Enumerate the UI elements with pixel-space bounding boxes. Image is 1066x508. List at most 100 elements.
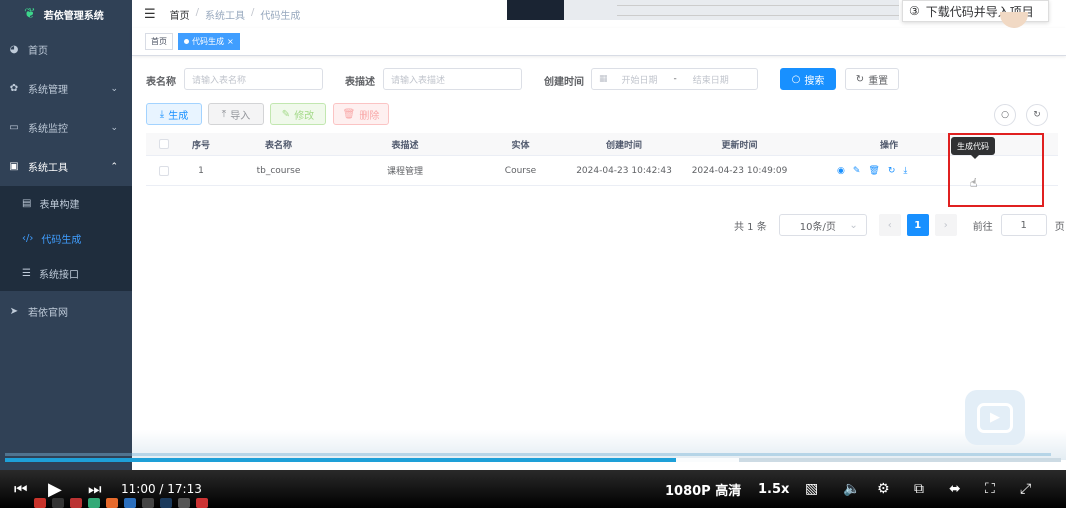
- code-icon: ‹/›: [22, 233, 34, 244]
- delete-button[interactable]: 🗑 删除: [333, 103, 389, 125]
- generate-button[interactable]: ⤓ 生成: [146, 103, 202, 125]
- select-all-checkbox[interactable]: [159, 139, 169, 149]
- close-icon[interactable]: ×: [227, 37, 234, 46]
- settings-gear-icon[interactable]: ⚙: [877, 481, 890, 497]
- sidebar-item-system[interactable]: ✿ 系统管理 ⌄: [0, 69, 132, 108]
- sidebar-item-label: 系统工具: [28, 163, 68, 174]
- col-header-create-time: 创建时间: [605, 140, 642, 151]
- preview-eye-icon[interactable]: ◉: [837, 166, 845, 176]
- next-icon[interactable]: ⏭: [88, 480, 102, 498]
- sidebar-item-form-build[interactable]: ▤ 表单构建: [0, 186, 132, 221]
- create-time-label: 创建时间: [544, 77, 584, 88]
- taskbar-app-icon[interactable]: [178, 498, 190, 508]
- danmaku-off-icon[interactable]: ▧: [805, 481, 818, 497]
- sidebar-item-swagger[interactable]: ☰ 系统接口: [0, 256, 132, 291]
- next-page-button[interactable]: ›: [934, 214, 957, 236]
- sidebar-item-home[interactable]: ◕ 首页: [0, 30, 132, 69]
- breadcrumb-home[interactable]: 首页: [170, 7, 190, 22]
- upload-icon: ⤒: [221, 108, 227, 120]
- chevron-down-icon: ⌄: [849, 219, 858, 231]
- sidebar-item-website[interactable]: ➤ 若依官网: [0, 292, 132, 331]
- gen-table: 序号 表名称 表描述 实体 创建时间 更新时间 操作 1 tb_course 课…: [146, 133, 1058, 186]
- volume-icon[interactable]: 🔈: [843, 481, 860, 497]
- thumbnail-rows: [567, 0, 899, 20]
- sync-icon[interactable]: ↻: [888, 166, 896, 176]
- taskbar-app-icon[interactable]: [196, 498, 208, 508]
- tools-submenu: ▤ 表单构建 ‹/› 代码生成 ☰ 系统接口: [0, 186, 132, 291]
- picture-in-picture-icon[interactable]: ⧉: [914, 481, 924, 497]
- import-button[interactable]: ⤒ 导入: [208, 103, 264, 125]
- trash-icon[interactable]: 🗑: [868, 166, 879, 176]
- tag-home[interactable]: 首页: [145, 33, 173, 50]
- taskbar-app-icon[interactable]: [106, 498, 118, 508]
- prev-page-button[interactable]: ‹: [878, 214, 901, 236]
- previous-icon[interactable]: ⏮: [14, 480, 28, 498]
- refresh-table-button[interactable]: ↻: [1026, 104, 1048, 126]
- tag-code-gen[interactable]: 代码生成 ×: [178, 33, 240, 50]
- table-name-input[interactable]: 请输入表名称: [184, 68, 323, 90]
- sidebar-item-code-gen[interactable]: ‹/› 代码生成: [0, 221, 132, 256]
- refresh-icon: ↻: [855, 73, 865, 85]
- taskbar-app-icon[interactable]: [88, 498, 100, 508]
- table-row[interactable]: 1 tb_course 课程管理 Course 2024-04-23 10:42…: [146, 156, 1058, 186]
- taskbar-app-icon[interactable]: [142, 498, 154, 508]
- sidebar: ❦ 若依管理系统 ◕ 首页 ✿ 系统管理 ⌄ ▭ 系统监控 ⌄ ▣ 系统工具 ⌃…: [0, 0, 132, 470]
- web-fullscreen-icon[interactable]: ⛶: [985, 481, 995, 497]
- import-button-label: 导入: [230, 110, 251, 122]
- table-header: 序号 表名称 表描述 实体 创建时间 更新时间 操作: [146, 133, 1058, 156]
- progress-track-shadow: [5, 453, 1051, 456]
- sidebar-item-monitor[interactable]: ▭ 系统监控 ⌄: [0, 108, 132, 147]
- sidebar-item-label: 代码生成: [41, 235, 82, 246]
- taskbar-app-icon[interactable]: [124, 498, 136, 508]
- fullscreen-icon[interactable]: ⤢: [1020, 481, 1031, 497]
- play-icon[interactable]: ▶: [48, 479, 62, 500]
- hamburger-icon[interactable]: ☰: [144, 7, 156, 22]
- col-header-entity: 实体: [511, 140, 530, 151]
- date-range-picker[interactable]: ▦ 开始日期 - 结束日期: [591, 68, 758, 90]
- table-comment-label: 表描述: [345, 77, 375, 88]
- taskbar-app-icon[interactable]: [70, 498, 82, 508]
- edit-icon[interactable]: ✎: [853, 166, 861, 176]
- breadcrumb-separator: /: [251, 6, 255, 18]
- breadcrumb-current: 代码生成: [260, 10, 301, 22]
- active-dot-icon: [184, 39, 189, 44]
- search-button-label: 搜索: [804, 75, 825, 87]
- goto-page-input[interactable]: 1: [1000, 214, 1047, 236]
- search-icon: ○: [791, 73, 801, 85]
- widescreen-icon[interactable]: ⬌: [949, 481, 961, 497]
- playback-time: 11:00 / 17:13: [121, 482, 202, 496]
- play-icon: ▶: [977, 402, 1013, 433]
- chevron-right-icon: ›: [943, 219, 948, 231]
- reset-button[interactable]: ↻ 重置: [845, 68, 899, 90]
- video-overlay-thumbnail: [507, 0, 899, 20]
- taskbar-app-icon[interactable]: [34, 498, 46, 508]
- breadcrumb-separator: /: [195, 6, 200, 18]
- toggle-search-button[interactable]: ○: [994, 104, 1016, 126]
- search-button[interactable]: ○ 搜索: [780, 68, 836, 90]
- trash-icon: 🗑: [342, 108, 356, 120]
- row-checkbox[interactable]: [159, 165, 169, 176]
- sidebar-item-label: 系统管理: [28, 85, 68, 96]
- edit-icon: ✎: [281, 108, 291, 120]
- col-header-update-time: 更新时间: [721, 140, 758, 151]
- sidebar-item-tools[interactable]: ▣ 系统工具 ⌃: [0, 147, 132, 186]
- sidebar-item-label: 表单构建: [39, 200, 80, 211]
- cell-index: 1: [198, 165, 204, 176]
- col-header-table-comment: 表描述: [391, 140, 419, 151]
- dashboard-icon: ◕: [9, 44, 19, 55]
- action-tooltip: 生成代码: [951, 137, 995, 159]
- col-header-table-name: 表名称: [264, 140, 292, 151]
- app-logo[interactable]: ❦ 若依管理系统: [0, 0, 132, 28]
- tags-view: 首页 代码生成 ×: [132, 28, 1066, 56]
- table-comment-input[interactable]: 请输入表描述: [383, 68, 522, 90]
- download-code-icon[interactable]: ⤓: [903, 166, 907, 176]
- quality-button[interactable]: 1080P 高清: [665, 480, 741, 499]
- progress-bar[interactable]: [5, 458, 1061, 462]
- page-size-select[interactable]: 10条/页 ⌄: [778, 214, 867, 236]
- edit-button[interactable]: ✎ 修改: [270, 103, 326, 125]
- taskbar-app-icon[interactable]: [160, 498, 172, 508]
- taskbar-app-icon[interactable]: [52, 498, 64, 508]
- bilibili-tv-badge[interactable]: ▶: [965, 390, 1025, 445]
- speed-button[interactable]: 1.5x: [758, 482, 789, 497]
- page-number-button[interactable]: 1: [906, 214, 929, 236]
